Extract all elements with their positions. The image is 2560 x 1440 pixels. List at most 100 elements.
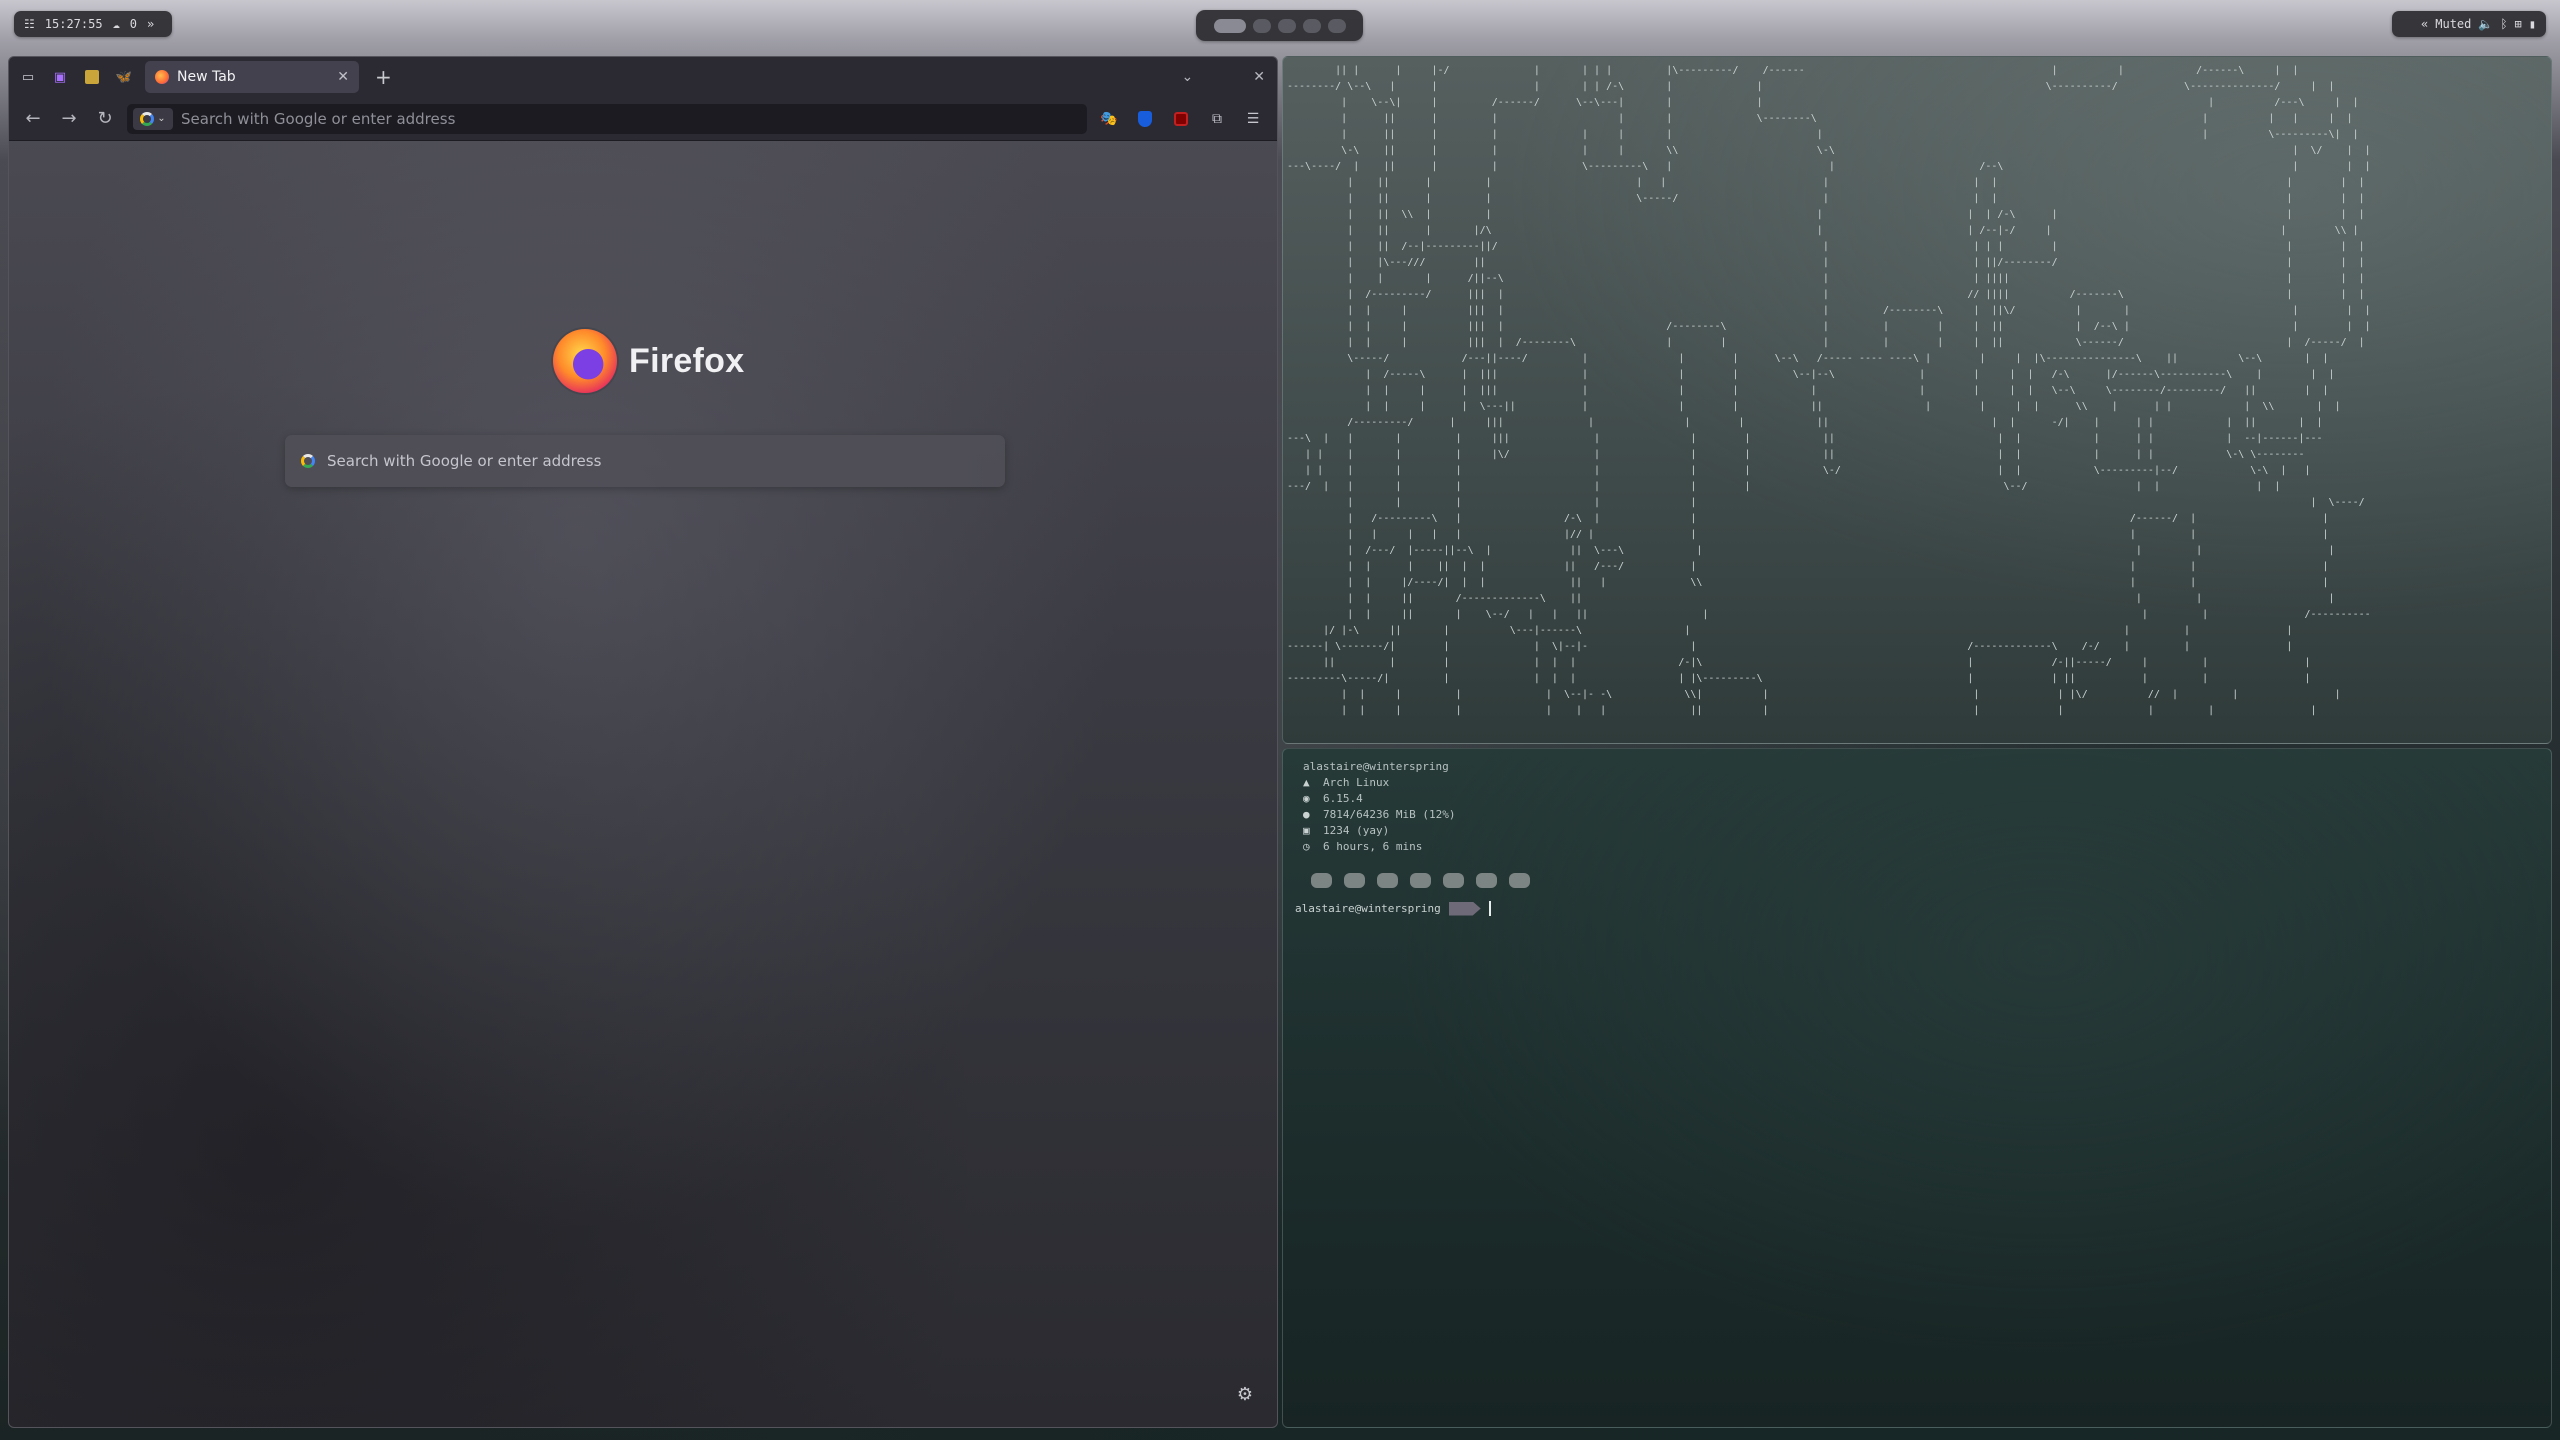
ublock-icon[interactable] <box>1167 105 1195 133</box>
pinned-tab-bluesky[interactable]: 🦋 <box>113 66 135 88</box>
mask-icon[interactable]: 🎭 <box>1095 105 1123 133</box>
ascii-line: || | | |-/ | | | | |\---------/ /------ … <box>1287 65 2299 76</box>
ascii-line: | | || | \--/ | | || | | | /---------- <box>1287 609 2371 620</box>
ascii-line: || | | | | | /-|\ | /-||-----/ | | | <box>1287 657 2311 668</box>
color-palette <box>1311 873 1530 888</box>
firefox-brand: Firefox <box>553 329 744 393</box>
tab-new-tab[interactable]: New Tab ✕ <box>145 61 359 93</box>
audio-status[interactable]: Muted <box>2435 17 2471 31</box>
ascii-line: | || | |/\ | | /--|-/ | | \\ | <box>1287 225 2359 236</box>
clock-icon: ◷ <box>1303 840 1310 853</box>
reload-button[interactable]: ↻ <box>91 105 119 133</box>
ascii-line: | | | | | | | || | | | | | | <box>1287 705 2317 716</box>
ascii-line: | | | /||--\ | | |||| | | | <box>1287 273 2365 284</box>
settings-icon[interactable]: ☷ <box>24 18 35 30</box>
cloud-icon[interactable]: ☁ <box>113 18 120 30</box>
ascii-line: ------| \-------/| | | \|--|- | /-------… <box>1287 641 2293 652</box>
newtab-search-placeholder[interactable]: Search with Google or enter address <box>327 452 601 470</box>
palette-swatch <box>1410 873 1431 888</box>
uptime-value: 6 hours, 6 mins <box>1323 840 1423 853</box>
palette-swatch <box>1344 873 1365 888</box>
workspace-2[interactable] <box>1252 18 1271 33</box>
shell-prompt[interactable]: alastaire@winterspring <box>1295 901 1491 916</box>
fetch-os: ▲ Arch Linux <box>1303 775 1530 791</box>
app-icon <box>85 70 99 84</box>
ascii-line: |/ |-\ || | \---|------\ | | | | <box>1287 625 2293 636</box>
user-host: alastaire@winterspring <box>1303 760 1449 773</box>
list-tabs-chevron-icon[interactable]: ⌄ <box>1182 69 1194 85</box>
terminal-ascii[interactable]: || | | |-/ | | | | |\---------/ /------ … <box>1282 56 2552 744</box>
battery-icon[interactable]: ▮ <box>2529 18 2536 30</box>
ascii-line: | | | | ||| | | | | | | | | \--\ \------… <box>1287 385 2329 396</box>
os-value: Arch Linux <box>1323 776 1390 789</box>
prompt-user-host: alastaire@winterspring <box>1295 902 1441 915</box>
close-tab-icon[interactable]: ✕ <box>337 69 349 85</box>
ascii-line: | || \\ | | | | | /-\ | | | | <box>1287 209 2365 220</box>
ascii-art: || | | |-/ | | | | |\---------/ /------ … <box>1287 63 2547 719</box>
topbar-right: « Muted 🔈 ᛒ ⊞ ▮ <box>2392 11 2546 37</box>
ascii-line: | | | | | | \----/ <box>1287 497 2365 508</box>
workspace-5[interactable] <box>1327 18 1346 33</box>
ascii-line: ---\ | | | | ||| | | | || | | | | | | --… <box>1287 433 2323 444</box>
tab-overview-button[interactable]: ▭ <box>17 66 39 88</box>
search-engine-selector[interactable]: ⌄ <box>133 107 173 130</box>
firefox-window: ▭ ▣ 🦋 New Tab ✕ + ⌄ ✕ ← → ↻ ⌄ Search wit… <box>8 56 1278 1428</box>
bitwarden-icon[interactable] <box>1131 105 1159 133</box>
forward-button[interactable]: → <box>55 105 83 133</box>
chevrons-left-icon[interactable]: « <box>2421 18 2428 30</box>
package-icon: ▣ <box>1303 824 1310 837</box>
ascii-line: | |\---/// || | | ||/--------/ | | | <box>1287 257 2365 268</box>
terminal-shell[interactable]: alastaire@winterspring ▲ Arch Linux ◉ 6.… <box>1282 748 2552 1428</box>
ascii-line: | || /--|---------||/ | | | | | | | | <box>1287 241 2365 252</box>
pinned-tab-yellow-app[interactable] <box>81 66 103 88</box>
ascii-line: | | | | \---|| | | | || | | | | \\ | | |… <box>1287 401 2341 412</box>
kernel-value: 6.15.4 <box>1323 792 1363 805</box>
butterfly-icon: 🦋 <box>115 69 133 85</box>
new-tab-button[interactable]: + <box>375 65 392 89</box>
firefox-logo-icon <box>553 329 617 393</box>
nav-toolbar: ← → ↻ ⌄ Search with Google or enter addr… <box>9 97 1277 141</box>
bluetooth-icon[interactable]: ᛒ <box>2500 18 2507 30</box>
pinned-tab-twitch[interactable]: ▣ <box>49 66 71 88</box>
menu-icon[interactable]: ☰ <box>1239 105 1267 133</box>
ascii-line: | | |/----/| | | || | \\ | | | <box>1287 577 2329 588</box>
memory-icon: ● <box>1303 808 1310 821</box>
workspace-3[interactable] <box>1277 18 1296 33</box>
fetch-uptime: ◷ 6 hours, 6 mins <box>1303 839 1530 855</box>
workspace-switcher <box>1196 10 1363 41</box>
kernel-icon: ◉ <box>1303 792 1310 805</box>
back-button[interactable]: ← <box>19 105 47 133</box>
extensions-icon[interactable]: ⧉ <box>1203 105 1231 133</box>
ascii-line: | | | | | |\/ | | | || | | | | | \-\ \--… <box>1287 449 2305 460</box>
ascii-line: ---\----/ | || | | \---------\ | | /--\ … <box>1287 161 2371 172</box>
notification-count: 0 <box>129 17 138 31</box>
url-bar[interactable]: ⌄ Search with Google or enter address <box>127 103 1087 134</box>
fetch-output: alastaire@winterspring ▲ Arch Linux ◉ 6.… <box>1303 759 1530 888</box>
chevron-down-icon: ⌄ <box>157 113 166 124</box>
google-icon <box>301 454 315 468</box>
network-icon[interactable]: ⊞ <box>2515 18 2522 30</box>
workspace-1[interactable] <box>1213 18 1246 33</box>
ascii-line: | || | | \-----/ | | | | | | <box>1287 193 2365 204</box>
newtab-search-box[interactable]: Search with Google or enter address <box>285 435 1005 487</box>
speaker-icon[interactable]: 🔈 <box>2478 18 2493 30</box>
ascii-line: | | | | | | | | \-/ | | \---------|--/ \… <box>1287 465 2311 476</box>
chevrons-right-icon[interactable]: » <box>147 18 154 30</box>
ascii-line: | | | | | |// | | | | | <box>1287 529 2329 540</box>
ascii-line: ---/ | | | | | | | \--/ | | | | <box>1287 481 2281 492</box>
text-cursor <box>1488 901 1491 916</box>
customize-gear-icon[interactable]: ⚙ <box>1237 1384 1253 1405</box>
ascii-line: | | | ||| | /--------\ | | | | || | /--\… <box>1287 321 2371 332</box>
ascii-line: | | | || | | || /---/ | | | | <box>1287 561 2329 572</box>
memory-value: 7814/64236 MiB (12%) <box>1323 808 1456 821</box>
palette-swatch <box>1311 873 1332 888</box>
workspace-4[interactable] <box>1302 18 1321 33</box>
ascii-line: --------/ \--\ | | | | | /-\ | | \------… <box>1287 81 2335 92</box>
ascii-line: | || | | | | \--------\ | | | | | <box>1287 113 2353 124</box>
new-tab-page: Firefox Search with Google or enter addr… <box>9 141 1277 1427</box>
ascii-line: | /---------\ | /-\ | | /------/ | | <box>1287 513 2329 524</box>
url-input-placeholder[interactable]: Search with Google or enter address <box>181 110 455 128</box>
close-window-icon[interactable]: ✕ <box>1253 69 1265 85</box>
arch-icon: ▲ <box>1303 776 1310 789</box>
ascii-line: | /-----\ | ||| | | | \--|--\ | | | | /-… <box>1287 369 2335 380</box>
